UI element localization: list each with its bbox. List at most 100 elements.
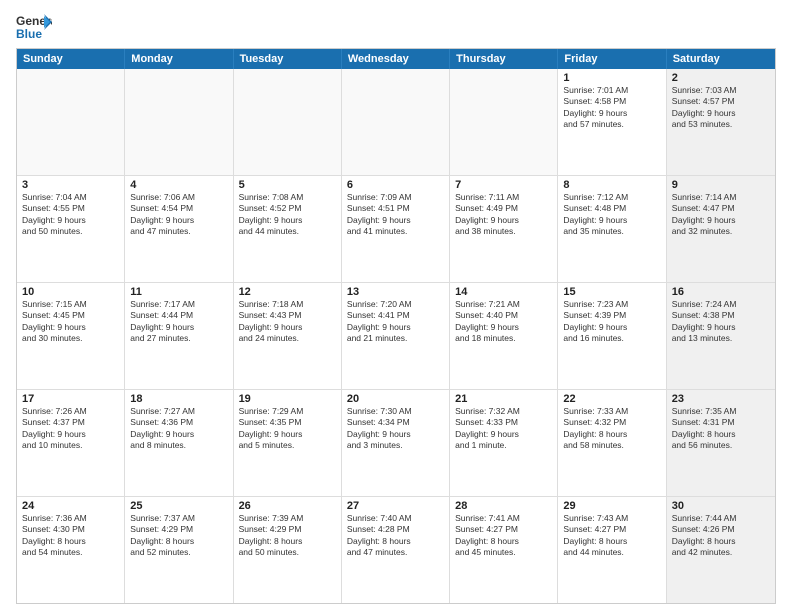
day-cell-13: 13Sunrise: 7:20 AM Sunset: 4:41 PM Dayli… (342, 283, 450, 389)
day-number: 12 (239, 286, 336, 298)
empty-cell-0-4 (450, 69, 558, 175)
header-day-monday: Monday (125, 49, 233, 69)
day-number: 16 (672, 286, 770, 298)
day-number: 11 (130, 286, 227, 298)
day-cell-3: 3Sunrise: 7:04 AM Sunset: 4:55 PM Daylig… (17, 176, 125, 282)
day-cell-2: 2Sunrise: 7:03 AM Sunset: 4:57 PM Daylig… (667, 69, 775, 175)
day-number: 28 (455, 500, 552, 512)
day-number: 23 (672, 393, 770, 405)
day-cell-28: 28Sunrise: 7:41 AM Sunset: 4:27 PM Dayli… (450, 497, 558, 603)
day-info: Sunrise: 7:08 AM Sunset: 4:52 PM Dayligh… (239, 192, 336, 238)
day-info: Sunrise: 7:41 AM Sunset: 4:27 PM Dayligh… (455, 513, 552, 559)
header-day-tuesday: Tuesday (234, 49, 342, 69)
day-number: 25 (130, 500, 227, 512)
calendar-row-0: 1Sunrise: 7:01 AM Sunset: 4:58 PM Daylig… (17, 69, 775, 176)
day-number: 21 (455, 393, 552, 405)
day-info: Sunrise: 7:36 AM Sunset: 4:30 PM Dayligh… (22, 513, 119, 559)
header-day-friday: Friday (558, 49, 666, 69)
day-number: 26 (239, 500, 336, 512)
day-cell-10: 10Sunrise: 7:15 AM Sunset: 4:45 PM Dayli… (17, 283, 125, 389)
day-cell-20: 20Sunrise: 7:30 AM Sunset: 4:34 PM Dayli… (342, 390, 450, 496)
day-cell-19: 19Sunrise: 7:29 AM Sunset: 4:35 PM Dayli… (234, 390, 342, 496)
calendar-row-3: 17Sunrise: 7:26 AM Sunset: 4:37 PM Dayli… (17, 390, 775, 497)
day-cell-7: 7Sunrise: 7:11 AM Sunset: 4:49 PM Daylig… (450, 176, 558, 282)
day-cell-9: 9Sunrise: 7:14 AM Sunset: 4:47 PM Daylig… (667, 176, 775, 282)
day-info: Sunrise: 7:17 AM Sunset: 4:44 PM Dayligh… (130, 299, 227, 345)
empty-cell-0-0 (17, 69, 125, 175)
day-info: Sunrise: 7:39 AM Sunset: 4:29 PM Dayligh… (239, 513, 336, 559)
day-info: Sunrise: 7:35 AM Sunset: 4:31 PM Dayligh… (672, 406, 770, 452)
day-cell-18: 18Sunrise: 7:27 AM Sunset: 4:36 PM Dayli… (125, 390, 233, 496)
calendar-body: 1Sunrise: 7:01 AM Sunset: 4:58 PM Daylig… (17, 69, 775, 603)
day-info: Sunrise: 7:27 AM Sunset: 4:36 PM Dayligh… (130, 406, 227, 452)
day-number: 7 (455, 179, 552, 191)
day-number: 29 (563, 500, 660, 512)
day-number: 20 (347, 393, 444, 405)
logo-icon: General Blue (16, 12, 52, 40)
empty-cell-0-1 (125, 69, 233, 175)
day-info: Sunrise: 7:32 AM Sunset: 4:33 PM Dayligh… (455, 406, 552, 452)
day-cell-16: 16Sunrise: 7:24 AM Sunset: 4:38 PM Dayli… (667, 283, 775, 389)
day-cell-5: 5Sunrise: 7:08 AM Sunset: 4:52 PM Daylig… (234, 176, 342, 282)
day-number: 15 (563, 286, 660, 298)
day-info: Sunrise: 7:12 AM Sunset: 4:48 PM Dayligh… (563, 192, 660, 238)
day-number: 19 (239, 393, 336, 405)
day-info: Sunrise: 7:33 AM Sunset: 4:32 PM Dayligh… (563, 406, 660, 452)
day-cell-25: 25Sunrise: 7:37 AM Sunset: 4:29 PM Dayli… (125, 497, 233, 603)
day-cell-30: 30Sunrise: 7:44 AM Sunset: 4:26 PM Dayli… (667, 497, 775, 603)
day-info: Sunrise: 7:43 AM Sunset: 4:27 PM Dayligh… (563, 513, 660, 559)
day-number: 14 (455, 286, 552, 298)
day-number: 10 (22, 286, 119, 298)
day-number: 17 (22, 393, 119, 405)
day-info: Sunrise: 7:26 AM Sunset: 4:37 PM Dayligh… (22, 406, 119, 452)
day-cell-26: 26Sunrise: 7:39 AM Sunset: 4:29 PM Dayli… (234, 497, 342, 603)
day-info: Sunrise: 7:37 AM Sunset: 4:29 PM Dayligh… (130, 513, 227, 559)
empty-cell-0-2 (234, 69, 342, 175)
day-number: 22 (563, 393, 660, 405)
day-number: 30 (672, 500, 770, 512)
day-cell-8: 8Sunrise: 7:12 AM Sunset: 4:48 PM Daylig… (558, 176, 666, 282)
day-number: 5 (239, 179, 336, 191)
calendar-row-4: 24Sunrise: 7:36 AM Sunset: 4:30 PM Dayli… (17, 497, 775, 603)
header: General Blue (16, 12, 776, 40)
day-number: 2 (672, 72, 770, 84)
day-info: Sunrise: 7:15 AM Sunset: 4:45 PM Dayligh… (22, 299, 119, 345)
day-info: Sunrise: 7:01 AM Sunset: 4:58 PM Dayligh… (563, 85, 660, 131)
day-number: 27 (347, 500, 444, 512)
day-cell-6: 6Sunrise: 7:09 AM Sunset: 4:51 PM Daylig… (342, 176, 450, 282)
day-number: 8 (563, 179, 660, 191)
calendar-header: SundayMondayTuesdayWednesdayThursdayFrid… (17, 49, 775, 69)
day-info: Sunrise: 7:40 AM Sunset: 4:28 PM Dayligh… (347, 513, 444, 559)
empty-cell-0-3 (342, 69, 450, 175)
day-number: 18 (130, 393, 227, 405)
day-cell-4: 4Sunrise: 7:06 AM Sunset: 4:54 PM Daylig… (125, 176, 233, 282)
day-info: Sunrise: 7:20 AM Sunset: 4:41 PM Dayligh… (347, 299, 444, 345)
calendar: SundayMondayTuesdayWednesdayThursdayFrid… (16, 48, 776, 604)
logo: General Blue (16, 12, 56, 40)
header-day-thursday: Thursday (450, 49, 558, 69)
day-cell-29: 29Sunrise: 7:43 AM Sunset: 4:27 PM Dayli… (558, 497, 666, 603)
day-info: Sunrise: 7:44 AM Sunset: 4:26 PM Dayligh… (672, 513, 770, 559)
day-number: 1 (563, 72, 660, 84)
day-info: Sunrise: 7:11 AM Sunset: 4:49 PM Dayligh… (455, 192, 552, 238)
header-day-wednesday: Wednesday (342, 49, 450, 69)
day-info: Sunrise: 7:09 AM Sunset: 4:51 PM Dayligh… (347, 192, 444, 238)
calendar-row-1: 3Sunrise: 7:04 AM Sunset: 4:55 PM Daylig… (17, 176, 775, 283)
day-info: Sunrise: 7:23 AM Sunset: 4:39 PM Dayligh… (563, 299, 660, 345)
header-day-saturday: Saturday (667, 49, 775, 69)
day-cell-15: 15Sunrise: 7:23 AM Sunset: 4:39 PM Dayli… (558, 283, 666, 389)
day-info: Sunrise: 7:30 AM Sunset: 4:34 PM Dayligh… (347, 406, 444, 452)
day-cell-11: 11Sunrise: 7:17 AM Sunset: 4:44 PM Dayli… (125, 283, 233, 389)
calendar-row-2: 10Sunrise: 7:15 AM Sunset: 4:45 PM Dayli… (17, 283, 775, 390)
day-info: Sunrise: 7:03 AM Sunset: 4:57 PM Dayligh… (672, 85, 770, 131)
day-info: Sunrise: 7:29 AM Sunset: 4:35 PM Dayligh… (239, 406, 336, 452)
day-cell-21: 21Sunrise: 7:32 AM Sunset: 4:33 PM Dayli… (450, 390, 558, 496)
day-number: 4 (130, 179, 227, 191)
day-info: Sunrise: 7:18 AM Sunset: 4:43 PM Dayligh… (239, 299, 336, 345)
day-cell-24: 24Sunrise: 7:36 AM Sunset: 4:30 PM Dayli… (17, 497, 125, 603)
day-cell-1: 1Sunrise: 7:01 AM Sunset: 4:58 PM Daylig… (558, 69, 666, 175)
day-cell-12: 12Sunrise: 7:18 AM Sunset: 4:43 PM Dayli… (234, 283, 342, 389)
day-number: 9 (672, 179, 770, 191)
day-info: Sunrise: 7:24 AM Sunset: 4:38 PM Dayligh… (672, 299, 770, 345)
day-cell-14: 14Sunrise: 7:21 AM Sunset: 4:40 PM Dayli… (450, 283, 558, 389)
